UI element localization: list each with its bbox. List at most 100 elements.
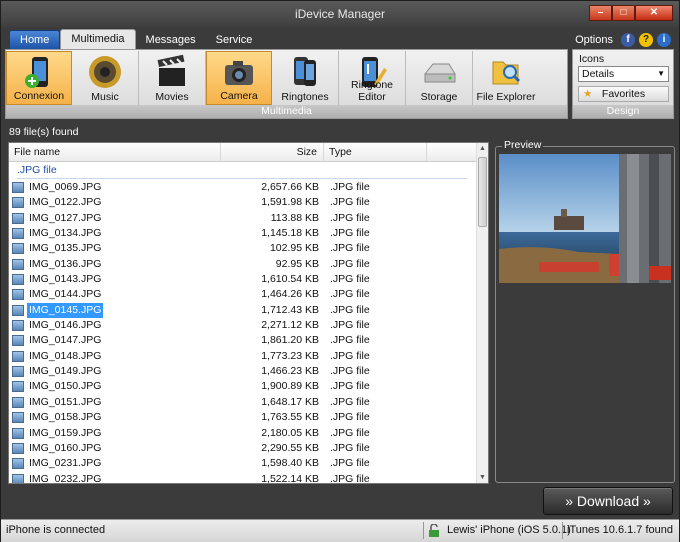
file-name: IMG_0148.JPG bbox=[29, 349, 102, 362]
file-type: .JPG file bbox=[330, 257, 370, 270]
file-name: IMG_0069.JPG bbox=[29, 181, 102, 193]
file-size: 1,522.14 KB bbox=[261, 472, 319, 484]
file-row[interactable]: IMG_0069.JPG 2,657.66 KB .JPG file bbox=[9, 180, 479, 195]
file-type: .JPG file bbox=[330, 349, 370, 362]
close-button[interactable]: ✕ bbox=[635, 5, 673, 21]
preview-label: Preview bbox=[502, 139, 544, 151]
file-type: .JPG file bbox=[330, 319, 370, 332]
view-mode-select[interactable]: Details ▼ bbox=[578, 66, 669, 82]
download-button[interactable]: » Download » bbox=[543, 487, 673, 515]
image-file-icon bbox=[12, 258, 24, 270]
column-type[interactable]: Type bbox=[324, 143, 427, 161]
file-size: 1,861.20 KB bbox=[261, 334, 319, 347]
movies-button[interactable]: Movies bbox=[139, 51, 206, 105]
file-name: IMG_0144.JPG bbox=[29, 288, 102, 301]
music-button[interactable]: Music bbox=[72, 51, 139, 105]
file-size: 1,464.26 KB bbox=[261, 288, 319, 301]
file-type: .JPG file bbox=[330, 380, 370, 393]
tab-service[interactable]: Service bbox=[206, 31, 263, 49]
file-rows: IMG_0069.JPG 2,657.66 KB .JPG file IMG_0122… bbox=[9, 180, 479, 484]
view-mode-label: Icons bbox=[579, 53, 605, 65]
file-row[interactable]: IMG_0160.JPG 2,290.55 KB .JPG file bbox=[9, 441, 479, 456]
info-icon[interactable]: i bbox=[657, 33, 671, 47]
scroll-down-icon[interactable]: ▼ bbox=[479, 474, 486, 481]
favorites-label: Favorites bbox=[601, 88, 646, 100]
image-file-icon bbox=[12, 427, 24, 439]
image-file-icon bbox=[12, 320, 24, 332]
iphone-connect-icon bbox=[25, 57, 48, 88]
file-explorer-label: File Explorer bbox=[476, 91, 536, 103]
file-type: .JPG file bbox=[330, 273, 370, 286]
view-mode-value: Details bbox=[582, 68, 615, 80]
status-divider bbox=[423, 522, 424, 539]
file-type: .JPG file bbox=[330, 457, 370, 470]
file-explorer-button[interactable]: File Explorer bbox=[473, 51, 539, 105]
file-type: .JPG file bbox=[330, 334, 370, 347]
design-group-label: Design bbox=[573, 105, 673, 118]
scroll-thumb[interactable] bbox=[478, 157, 487, 227]
music-label: Music bbox=[91, 91, 119, 103]
tab-home[interactable]: Home bbox=[9, 30, 61, 49]
title-bar: iDevice Manager – □ ✕ bbox=[1, 1, 679, 27]
file-row[interactable]: IMG_0159.JPG 2,180.05 KB .JPG file bbox=[9, 426, 479, 441]
file-row[interactable]: IMG_0231.JPG 1,598.40 KB .JPG file bbox=[9, 456, 479, 471]
file-name: IMG_0146.JPG bbox=[29, 319, 102, 332]
file-row[interactable]: IMG_0134.JPG 1,145.18 KB .JPG file bbox=[9, 226, 479, 241]
file-row[interactable]: IMG_0150.JPG 1,900.89 KB .JPG file bbox=[9, 379, 479, 394]
tab-messages[interactable]: Messages bbox=[136, 31, 206, 49]
file-name: IMG_0145.JPG bbox=[27, 302, 104, 318]
file-type: .JPG file bbox=[330, 196, 370, 209]
itunes-status: iTunes 10.6.1.7 found bbox=[567, 524, 674, 536]
file-row[interactable]: IMG_0148.JPG 1,773.23 KB .JPG file bbox=[9, 349, 479, 364]
preview-panel: Preview bbox=[495, 139, 675, 483]
file-row[interactable]: IMG_0145.JPG 1,712.43 KB .JPG file bbox=[9, 302, 479, 318]
file-name: IMG_0135.JPG bbox=[29, 242, 102, 255]
storage-button[interactable]: Storage bbox=[406, 51, 473, 105]
ringtones-button[interactable]: Ringtones bbox=[272, 51, 339, 105]
file-row[interactable]: IMG_0158.JPG 1,763.55 KB .JPG file bbox=[9, 410, 479, 425]
file-size: 1,591.98 KB bbox=[261, 196, 319, 209]
minimize-button[interactable]: – bbox=[589, 5, 612, 21]
file-row[interactable]: IMG_0146.JPG 2,271.12 KB .JPG file bbox=[9, 318, 479, 333]
file-row[interactable]: IMG_0143.JPG 1,610.54 KB .JPG file bbox=[9, 272, 479, 287]
connexion-button[interactable]: Connexion bbox=[6, 51, 72, 105]
favorites-button[interactable]: ★ Favorites bbox=[578, 86, 669, 102]
file-name: IMG_0122.JPG bbox=[29, 196, 102, 209]
file-row[interactable]: IMG_0232.JPG 1,522.14 KB .JPG file bbox=[9, 472, 479, 484]
file-type: .JPG file bbox=[330, 395, 370, 408]
facebook-icon[interactable]: f bbox=[621, 33, 635, 47]
vertical-scrollbar[interactable]: ▲ ▼ bbox=[476, 143, 488, 483]
maximize-button[interactable]: □ bbox=[612, 5, 635, 21]
image-file-icon bbox=[12, 228, 24, 240]
image-file-icon bbox=[12, 274, 24, 286]
file-size: 1,610.54 KB bbox=[261, 273, 319, 286]
file-row[interactable]: IMG_0149.JPG 1,466.23 KB .JPG file bbox=[9, 364, 479, 379]
column-file-name[interactable]: File name bbox=[9, 143, 221, 161]
help-icon[interactable]: ? bbox=[639, 33, 653, 47]
multimedia-ribbon: Connexion Music Movies Camera Ringtones … bbox=[5, 49, 568, 119]
file-row[interactable]: IMG_0136.JPG 92.95 KB .JPG file bbox=[9, 257, 479, 272]
scroll-up-icon[interactable]: ▲ bbox=[479, 145, 486, 152]
tab-multimedia[interactable]: Multimedia bbox=[60, 29, 136, 49]
camera-button[interactable]: Camera bbox=[206, 51, 272, 105]
column-size[interactable]: Size bbox=[221, 143, 324, 161]
file-group-header[interactable]: .JPG file bbox=[17, 164, 467, 179]
file-name: IMG_0150.JPG bbox=[29, 380, 102, 393]
file-name: IMG_0136.JPG bbox=[29, 257, 102, 270]
file-row[interactable]: IMG_0122.JPG 1,591.98 KB .JPG file bbox=[9, 195, 479, 210]
ringtone-editor-button[interactable]: Ringtone Editor bbox=[339, 51, 406, 105]
camera-icon bbox=[225, 61, 253, 85]
file-row[interactable]: IMG_0127.JPG 113.88 KB .JPG file bbox=[9, 211, 479, 226]
image-file-icon bbox=[12, 289, 24, 301]
ribbon-group-label: Multimedia bbox=[6, 105, 567, 118]
file-name: IMG_0149.JPG bbox=[29, 365, 102, 378]
file-row[interactable]: IMG_0147.JPG 1,861.20 KB .JPG file bbox=[9, 333, 479, 348]
file-type: .JPG file bbox=[330, 181, 370, 193]
options-menu[interactable]: Options bbox=[575, 34, 613, 46]
file-row[interactable]: IMG_0151.JPG 1,648.17 KB .JPG file bbox=[9, 395, 479, 410]
file-row[interactable]: IMG_0135.JPG 102.95 KB .JPG file bbox=[9, 241, 479, 256]
connexion-label: Connexion bbox=[13, 90, 65, 102]
file-row[interactable]: IMG_0144.JPG 1,464.26 KB .JPG file bbox=[9, 287, 479, 302]
image-file-icon bbox=[12, 381, 24, 393]
file-size: 2,657.66 KB bbox=[261, 181, 319, 193]
